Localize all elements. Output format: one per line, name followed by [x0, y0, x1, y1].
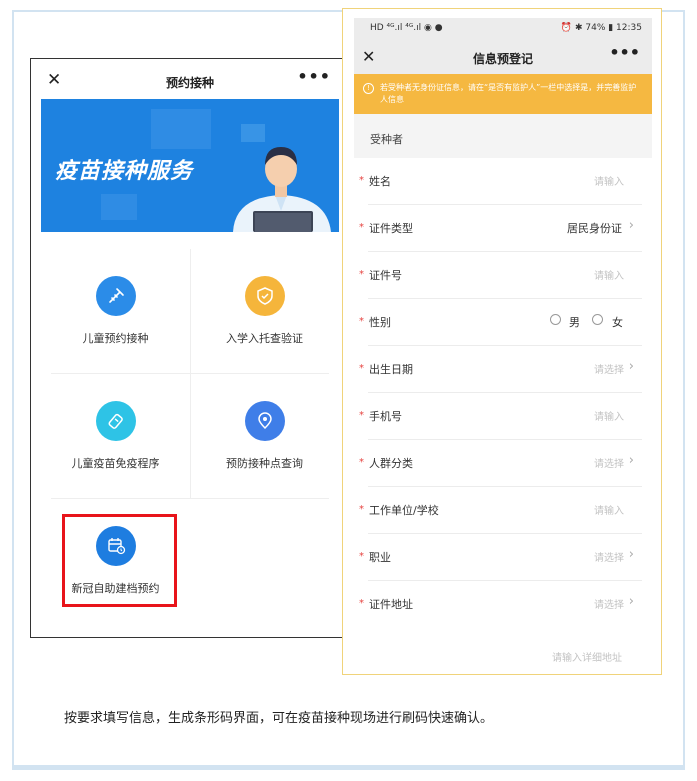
name-input[interactable]: 请输入 — [594, 173, 624, 188]
chevron-right-icon: › — [628, 547, 634, 562]
required-mark: * — [359, 457, 364, 468]
highlight-box — [62, 514, 177, 607]
field-label: 证件地址 — [369, 598, 413, 611]
field-label: 性别 — [369, 316, 391, 329]
required-mark: * — [359, 410, 364, 421]
required-mark: * — [359, 598, 364, 609]
phone-input[interactable]: 请输入 — [594, 408, 624, 423]
syringe-icon — [96, 276, 136, 316]
form-row-id-type[interactable]: * 证件类型 居民身份证 › — [354, 205, 652, 252]
menu-item-immunization-schedule[interactable]: 儿童疫苗免疫程序 — [41, 374, 190, 497]
radio-female-label[interactable]: 女 — [612, 314, 623, 330]
id-type-select[interactable]: 居民身份证 — [567, 220, 622, 236]
field-label: 证件号 — [369, 269, 402, 282]
required-mark: * — [359, 316, 364, 327]
field-label: 手机号 — [369, 410, 402, 423]
menu-item-label: 预防接种点查询 — [226, 457, 303, 470]
info-icon: ! — [363, 83, 374, 94]
required-mark: * — [359, 269, 364, 280]
population-group-select[interactable]: 请选择 — [594, 455, 624, 470]
field-label: 人群分类 — [369, 457, 413, 470]
id-address-select[interactable]: 请选择 — [594, 596, 624, 611]
status-bar: HD ⁴ᴳ.ıl ⁴ᴳ.ıl ◉ ● ⏰ ✱ 74% ▮ 12:35 — [354, 18, 652, 38]
location-icon — [245, 401, 285, 441]
required-mark: * — [359, 504, 364, 515]
menu-item-label: 儿童疫苗免疫程序 — [71, 457, 160, 470]
right-nav-bar: ✕ 信息预登记 ••• — [354, 38, 652, 74]
form-row-name[interactable]: * 姓名 请输入 — [354, 158, 652, 205]
left-nav-bar: ✕ 预约接种 ••• — [41, 67, 339, 97]
status-time: ⏰ ✱ 74% ▮ 12:35 — [560, 23, 642, 33]
page-title: 预约接种 — [165, 76, 214, 90]
radio-male[interactable] — [550, 314, 561, 325]
form-row-population-group[interactable]: * 人群分类 请选择 › — [354, 440, 652, 487]
menu-item-clinic-search[interactable]: 预防接种点查询 — [190, 374, 339, 497]
detail-address-input[interactable]: 请输入详细地址 — [552, 649, 622, 664]
shield-icon — [245, 276, 285, 316]
occupation-select[interactable]: 请选择 — [594, 549, 624, 564]
doctor-illustration-icon — [233, 147, 331, 232]
required-mark: * — [359, 175, 364, 186]
menu-item-child-vaccination[interactable]: 儿童预约接种 — [41, 249, 190, 372]
more-icon[interactable]: ••• — [609, 43, 640, 62]
form-row-occupation[interactable]: * 职业 请选择 › — [354, 534, 652, 581]
registration-form: * 姓名 请输入 * 证件类型 居民身份证 › * 证件号 请输入 * 性别 男… — [354, 158, 652, 674]
menu-item-label: 入学入托查验证 — [226, 332, 303, 345]
workplace-input[interactable]: 请输入 — [594, 502, 624, 517]
field-label: 出生日期 — [369, 363, 413, 376]
form-row-gender: * 性别 男 女 — [354, 299, 652, 346]
field-label: 证件类型 — [369, 222, 413, 235]
field-label: 工作单位/学校 — [369, 504, 439, 517]
form-row-birth-date[interactable]: * 出生日期 请选择 › — [354, 346, 652, 393]
more-icon[interactable]: ••• — [297, 67, 331, 86]
radio-male-label[interactable]: 男 — [569, 314, 580, 330]
chevron-right-icon: › — [628, 359, 634, 374]
vaccine-service-banner: 疫苗接种服务 — [41, 99, 339, 232]
form-row-id-number[interactable]: * 证件号 请输入 — [354, 252, 652, 299]
caption-text: 按要求填写信息，生成条形码界面，可在疫苗接种现场进行刷码快速确认。 — [64, 711, 494, 726]
page-title: 信息预登记 — [472, 52, 533, 66]
chevron-right-icon: › — [628, 218, 634, 233]
radio-female[interactable] — [592, 314, 603, 325]
banner-decoration — [101, 194, 137, 220]
required-mark: * — [359, 551, 364, 562]
outer-frame-bottom — [12, 765, 685, 770]
menu-item-school-check[interactable]: 入学入托查验证 — [190, 249, 339, 372]
form-row-workplace[interactable]: * 工作单位/学校 请输入 — [354, 487, 652, 534]
banner-decoration — [151, 109, 211, 149]
menu-item-label: 儿童预约接种 — [82, 332, 149, 345]
field-label: 职业 — [369, 551, 391, 564]
section-header: 受种者 — [354, 114, 652, 158]
form-row-phone[interactable]: * 手机号 请输入 — [354, 393, 652, 440]
required-mark: * — [359, 222, 364, 233]
form-row-id-address[interactable]: * 证件地址 请选择 › — [354, 581, 652, 628]
required-mark: * — [359, 363, 364, 374]
status-signal: HD ⁴ᴳ.ıl ⁴ᴳ.ıl ◉ ● — [370, 23, 443, 33]
banner-title: 疫苗接种服务 — [55, 159, 194, 184]
birth-date-select[interactable]: 请选择 — [594, 361, 624, 376]
id-number-input[interactable]: 请输入 — [594, 267, 624, 282]
chevron-right-icon: › — [628, 453, 634, 468]
section-title: 受种者 — [370, 133, 403, 146]
vaccine-icon — [96, 401, 136, 441]
notice-banner: ! 若受种者无身份证信息，请在“是否有监护人”一栏中选择是，并完善监护人信息 — [354, 74, 652, 114]
field-label: 姓名 — [369, 175, 391, 188]
notice-text: 若受种者无身份证信息，请在“是否有监护人”一栏中选择是，并完善监护人信息 — [380, 83, 637, 104]
chevron-right-icon: › — [628, 594, 634, 609]
